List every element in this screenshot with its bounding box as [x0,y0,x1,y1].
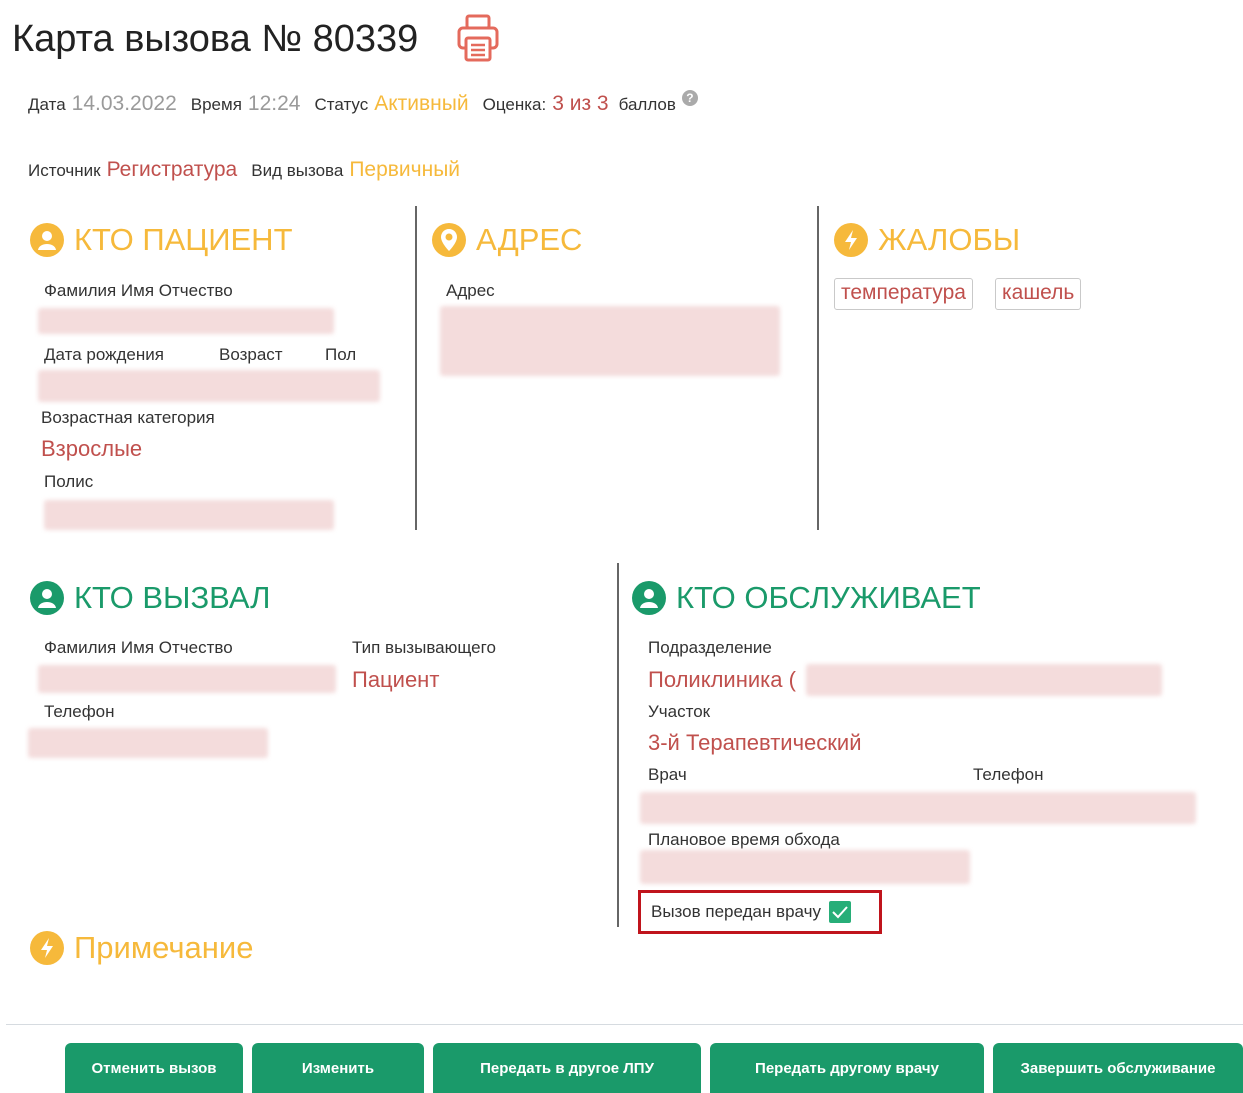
question-icon[interactable]: ? [681,90,698,106]
time-label: Время [190,95,242,114]
caller-type-value: Пациент [352,667,440,692]
notes-heading-text: Примечание [74,930,254,965]
passed-to-doctor-checkbox[interactable] [828,901,851,923]
address-label: Адрес [446,281,495,300]
transfer-lpu-button[interactable]: Передать в другое ЛПУ [433,1043,701,1093]
caller-fio-redacted [38,665,336,693]
patient-fio-label: Фамилия Имя Отчество [44,281,233,300]
division-value: Поликлиника ( [648,667,796,692]
user-icon [30,581,64,615]
caller-type-label: Тип вызывающего [352,638,496,657]
status-value: Активный [374,92,469,115]
score-value: 3 из 3 [552,92,609,115]
divider-1 [415,206,417,530]
complaints-heading: ЖАЛОБЫ [834,222,1020,258]
address-heading-text: АДРЕС [476,222,583,257]
doctor-label: Врач [648,765,687,784]
meta-line-2: Источник Регистратура Вид вызова Первичн… [28,158,468,182]
area-label: Участок [648,702,711,721]
patient-heading: КТО ПАЦИЕНТ [30,222,293,258]
patient-heading-text: КТО ПАЦИЕНТ [74,222,293,257]
caller-phone-redacted [28,728,268,758]
lightning-icon [30,931,64,965]
planned-time-label: Плановое время обхода [648,830,840,849]
notes-heading: Примечание [30,930,253,966]
call-type-value: Первичный [349,158,461,181]
finish-service-button[interactable]: Завершить обслуживание [993,1043,1243,1093]
date-label: Дата [28,95,66,114]
doctor-phone-label: Телефон [973,765,1044,784]
patient-age-category-value: Взрослые [41,436,143,461]
source-value: Регистратура [106,158,238,181]
patient-age-label: Возраст [219,345,283,364]
edit-button[interactable]: Изменить [252,1043,424,1093]
division-label: Подразделение [648,638,772,657]
status-label: Статус [314,95,369,114]
divider-3 [617,563,619,927]
planned-time-redacted [640,850,970,884]
user-icon [632,581,666,615]
patient-fio-redacted [38,308,334,334]
complaints-heading-text: ЖАЛОБЫ [878,222,1021,257]
transfer-doctor-button[interactable]: Передать другому врачу [710,1043,984,1093]
date-value: 14.03.2022 [71,92,177,115]
patient-birth-label: Дата рождения [44,345,164,364]
check-icon [832,906,848,919]
complaint-tag[interactable]: температура [834,278,973,310]
meta-line-1: Дата 14.03.2022 Время 12:24 Статус Актив… [28,90,698,116]
lightning-icon [834,223,868,257]
location-pin-icon [432,223,466,257]
patient-sex-label: Пол [325,345,357,364]
patient-policy-label: Полис [44,472,94,491]
division-redacted [806,664,1162,696]
service-heading: КТО ОБСЛУЖИВАЕТ [632,580,981,616]
time-value: 12:24 [247,92,301,115]
page-title: Карта вызова № 80339 [12,18,419,60]
doctor-redacted [640,792,1196,824]
score-suffix: баллов [618,95,676,114]
user-icon [30,223,64,257]
passed-to-doctor-field: Вызов передан врачу [638,890,882,934]
service-heading-text: КТО ОБСЛУЖИВАЕТ [676,580,981,615]
caller-heading-text: КТО ВЫЗВАЛ [74,580,271,615]
patient-policy-redacted [44,500,334,530]
score-label: Оценка: [482,95,547,114]
source-label: Источник [28,161,101,180]
address-heading: АДРЕС [432,222,582,258]
caller-fio-label: Фамилия Имя Отчество [44,638,233,657]
address-redacted [440,306,780,376]
cancel-call-button[interactable]: Отменить вызов [65,1043,243,1093]
complaint-tag[interactable]: кашель [995,278,1082,310]
footer-divider [6,1024,1243,1025]
passed-to-doctor-label: Вызов передан врачу [651,902,821,921]
divider-2 [817,206,819,530]
printer-icon[interactable] [456,14,500,64]
caller-phone-label: Телефон [44,702,115,721]
patient-birth-redacted [38,370,380,402]
patient-age-category-label: Возрастная категория [41,408,215,427]
call-type-label: Вид вызова [251,161,344,180]
area-value: 3-й Терапевтический [648,730,862,755]
caller-heading: КТО ВЫЗВАЛ [30,580,271,616]
